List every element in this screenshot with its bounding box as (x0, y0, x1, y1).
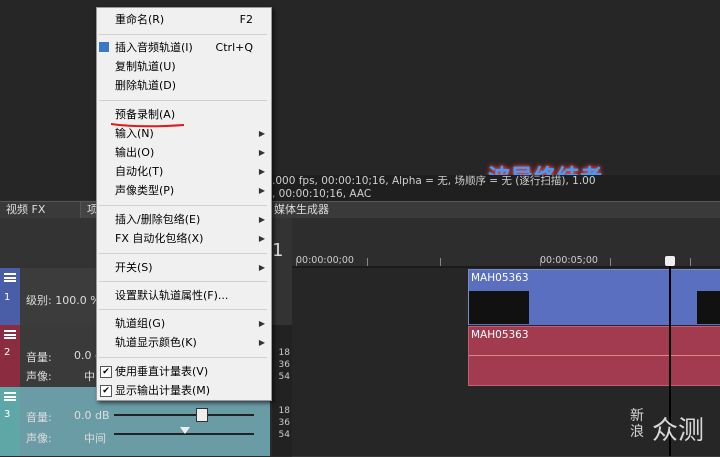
pan-slider-thumb[interactable] (180, 427, 190, 434)
watermark-brand: 众测 (652, 416, 705, 446)
track-3-meter: 18 36 54 (272, 387, 292, 456)
preview-info-line2: , 00:00:10;16, AAC (272, 188, 372, 200)
menu-separator (99, 205, 267, 206)
ruler-tick (540, 258, 541, 266)
tab-video-fx[interactable]: 视频 FX (0, 202, 51, 219)
submenu-arrow-icon: ▶ (258, 129, 265, 138)
volume-slider-thumb[interactable] (196, 408, 208, 422)
meter-label: 18 (278, 348, 290, 358)
track-2-meter: 18 36 54 (272, 325, 292, 387)
meter-label: 54 (278, 430, 290, 440)
track-1-number: 1 (4, 292, 11, 303)
meter-label: 54 (278, 372, 290, 382)
track-menu-icon[interactable] (4, 392, 16, 401)
submenu-arrow-icon: ▶ (258, 186, 265, 195)
menu-item-insert-envelope[interactable]: 插入/删除包络(E) ▶ (97, 210, 271, 229)
track-1-number-strip[interactable]: 1 (0, 268, 20, 325)
ruler-tick (610, 258, 611, 266)
menu-item-output[interactable]: 输出(O) ▶ (97, 143, 271, 162)
timeline-ruler[interactable] (292, 218, 720, 268)
volume-label: 音量: (26, 411, 52, 424)
watermark-logo: 新 浪 (630, 408, 644, 440)
ruler-tick (440, 258, 441, 266)
track-2-number-strip[interactable]: 2 (0, 325, 20, 387)
menu-item-rename[interactable]: 重命名(R) F2 (97, 10, 271, 29)
track-3-number: 3 (4, 409, 11, 420)
menu-separator (99, 34, 267, 35)
track-context-menu: 重命名(R) F2 插入音频轨道(I) Ctrl+Q 复制轨道(U) 删除轨道(… (96, 7, 272, 401)
time-label-mid: 00:00:05;00 (540, 255, 598, 266)
submenu-arrow-icon: ▶ (258, 215, 265, 224)
red-underline-annotation (110, 123, 185, 128)
menu-item-track-color[interactable]: 轨道显示颜色(K) ▶ (97, 333, 271, 352)
waveform-line (469, 355, 720, 356)
watermark-char: 新 (630, 408, 644, 424)
pan-value: 中间 (84, 432, 106, 445)
menu-separator (99, 253, 267, 254)
clip-title: MAH05363 (471, 329, 529, 341)
pan-label: 声像: (26, 432, 52, 445)
tab-media-generator[interactable]: 媒体生成器 (268, 202, 335, 219)
track-1-side (270, 268, 292, 325)
clip-thumbnail (697, 291, 720, 324)
preview-info: .000 fps, 00:00:10;16, Alpha = 无, 场顺序 = … (268, 175, 720, 202)
menu-item-default-properties[interactable]: 设置默认轨道属性(F)... (97, 286, 271, 305)
meter-label: 36 (278, 360, 290, 370)
menu-item-track-group[interactable]: 轨道组(G) ▶ (97, 314, 271, 333)
track-2-number: 2 (4, 347, 11, 358)
menu-item-duplicate-track[interactable]: 复制轨道(U) (97, 57, 271, 76)
watermark-char: 浪 (630, 424, 644, 440)
menu-item-output-meter[interactable]: ✔ 显示输出计量表(M) (97, 381, 271, 400)
time-label-start: 00:00:00;00 (296, 255, 354, 266)
pan-value: 中 (84, 370, 95, 383)
menu-item-fx-envelope[interactable]: FX 自动化包络(X) ▶ (97, 229, 271, 248)
track-1-level: 级别: 100.0 % (26, 294, 101, 307)
ruler-tick (690, 258, 691, 266)
menu-item-automation[interactable]: 自动化(T) ▶ (97, 162, 271, 181)
clip-thumbnail (469, 291, 529, 324)
track-menu-icon[interactable] (4, 273, 16, 282)
menu-separator (99, 281, 267, 282)
submenu-arrow-icon: ▶ (258, 167, 265, 176)
volume-label: 音量: (26, 351, 52, 364)
menu-item-delete-track[interactable]: 删除轨道(D) (97, 76, 271, 95)
clip-title: MAH05363 (471, 272, 529, 284)
submenu-arrow-icon: ▶ (258, 234, 265, 243)
preview-info-line1: .000 fps, 00:00:10;16, Alpha = 无, 场顺序 = … (272, 175, 596, 187)
track-3-number-strip[interactable]: 3 (0, 387, 20, 456)
menu-item-insert-audio-track[interactable]: 插入音频轨道(I) Ctrl+Q (97, 38, 271, 57)
menu-separator (99, 357, 267, 358)
pan-label: 声像: (26, 370, 52, 383)
meter-label: 36 (278, 418, 290, 428)
insert-audio-icon (99, 42, 109, 52)
submenu-arrow-icon: ▶ (258, 148, 265, 157)
checkbox-checked-icon: ✔ (100, 366, 112, 378)
audio-clip[interactable]: MAH05363 (468, 326, 720, 386)
track-menu-icon[interactable] (4, 330, 16, 339)
ruler-tick (367, 258, 368, 266)
submenu-arrow-icon: ▶ (258, 338, 265, 347)
ruler-tick (296, 258, 297, 266)
checkbox-checked-icon: ✔ (100, 385, 112, 397)
playhead-handle[interactable] (665, 256, 675, 266)
volume-slider[interactable] (114, 414, 254, 416)
menu-separator (99, 100, 267, 101)
volume-value: 0.0 dB (74, 409, 110, 422)
menu-item-switches[interactable]: 开关(S) ▶ (97, 258, 271, 277)
menu-item-pan-type[interactable]: 声像类型(P) ▶ (97, 181, 271, 200)
meter-label: 18 (278, 406, 290, 416)
video-clip[interactable]: MAH05363 (468, 269, 720, 326)
menu-separator (99, 309, 267, 310)
menu-item-vertical-meter[interactable]: ✔ 使用垂直计量表(V) (97, 362, 271, 381)
submenu-arrow-icon: ▶ (258, 263, 265, 272)
marker-label: 1 (272, 240, 284, 261)
submenu-arrow-icon: ▶ (258, 319, 265, 328)
